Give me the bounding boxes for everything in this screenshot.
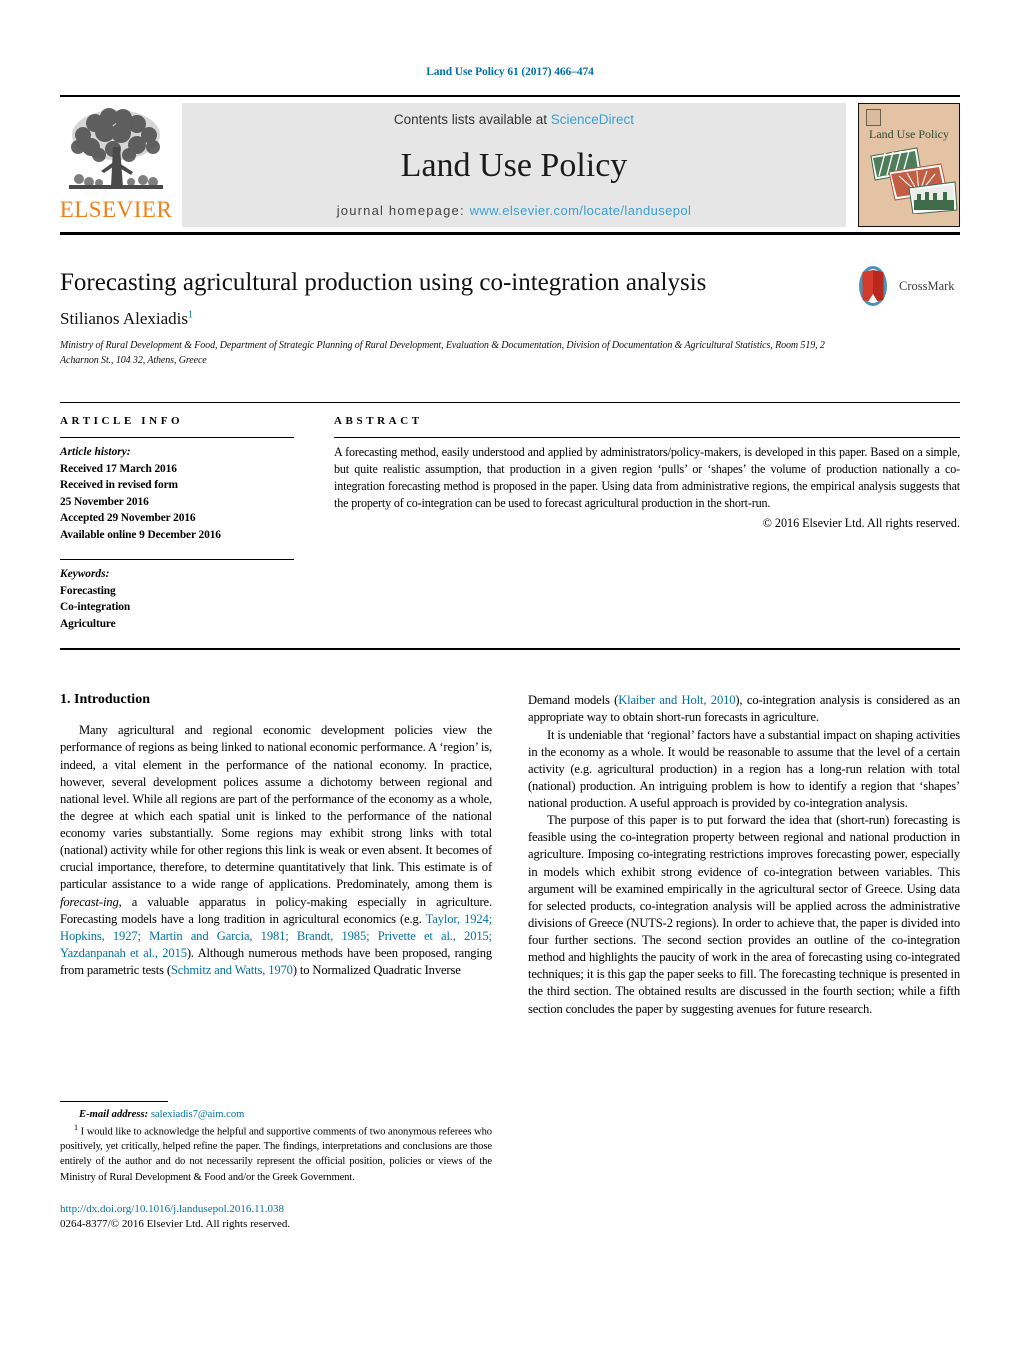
- article-history-item: 25 November 2016: [60, 495, 149, 508]
- footnote-email-line: E-mail address: salexiadis7@aim.com: [60, 1107, 492, 1122]
- footnote-body: I would like to acknowledge the helpful …: [60, 1126, 492, 1183]
- body-right-column: Demand models (Klaiber and Holt, 2010), …: [528, 692, 960, 1232]
- author-line: Stilianos Alexiadis1: [60, 309, 960, 329]
- elsevier-wordmark: ELSEVIER: [59, 197, 173, 222]
- article-info-column: ARTICLE INFO Article history: Received 1…: [60, 415, 318, 632]
- right-paragraph-2: It is undeniable that ‘regional’ factors…: [528, 727, 960, 811]
- journal-masthead: ELSEVIER Contents lists available at Sci…: [60, 95, 960, 235]
- keyword-item: Agriculture: [60, 617, 116, 630]
- footnote-rule: [60, 1100, 168, 1102]
- right-paragraph-3: The purpose of this paper is to put forw…: [528, 813, 960, 1016]
- elsevier-logo: ELSEVIER: [60, 103, 172, 227]
- intro-paragraph-left: Many agricultural and regional economic …: [60, 722, 492, 979]
- footnote-block: E-mail address: salexiadis7@aim.com 1 I …: [60, 1100, 492, 1233]
- crossmark-label: CrossMark: [899, 278, 955, 293]
- right-text-a: Demand models (: [528, 693, 619, 708]
- section-title-introduction: 1. Introduction: [60, 692, 150, 708]
- footnote-marker: 1: [74, 1122, 78, 1132]
- article-history-label: Article history:: [60, 446, 131, 458]
- keyword-item: Co-integration: [60, 601, 131, 614]
- homepage-prefix: journal homepage:: [336, 203, 465, 218]
- journal-homepage-line: journal homepage: www.elsevier.com/locat…: [337, 203, 692, 218]
- article-history-item: Available online 9 December 2016: [60, 528, 221, 541]
- journal-homepage-link[interactable]: www.elsevier.com/locate/landusepol: [470, 203, 692, 218]
- info-abstract-block: ARTICLE INFO Article history: Received 1…: [60, 402, 960, 651]
- body-left-column: 1. Introduction Many agricultural and re…: [60, 692, 492, 1232]
- keywords-label: Keywords:: [60, 568, 110, 581]
- abstract-heading: ABSTRACT: [334, 415, 423, 427]
- intro-text-a: Many agricultural and regional economic …: [60, 723, 492, 892]
- cover-artwork: [870, 147, 958, 214]
- body-columns: 1. Introduction Many agricultural and re…: [60, 692, 960, 1232]
- email-label: E-mail address:: [79, 1108, 149, 1120]
- cover-elsevier-mark-icon: [866, 109, 881, 126]
- abstract-copyright: © 2016 Elsevier Ltd. All rights reserved…: [762, 515, 960, 530]
- article-info-rule: [60, 437, 294, 438]
- paper-title: Forecasting agricultural production usin…: [60, 269, 707, 296]
- article-page: Land Use Policy 61 (2017) 466–474 ELSEVI…: [0, 0, 1020, 1351]
- abstract-column: ABSTRACT A forecasting method, easily un…: [318, 415, 960, 632]
- sciencedirect-link[interactable]: ScienceDirect: [551, 112, 634, 127]
- doi-block: http://dx.doi.org/10.1016/j.landusepol.2…: [60, 1202, 492, 1233]
- abstract-text: A forecasting method, easily understood …: [334, 445, 960, 510]
- contents-lists-line: Contents lists available at ScienceDirec…: [394, 112, 634, 127]
- doi-link[interactable]: http://dx.doi.org/10.1016/j.landusepol.2…: [60, 1202, 492, 1217]
- keywords-rule: [60, 559, 294, 561]
- author-name: Stilianos Alexiadis: [60, 309, 188, 328]
- email-link[interactable]: salexiadis7@aim.com: [151, 1109, 245, 1120]
- footnote-text: 1 I would like to acknowledge the helpfu…: [60, 1122, 492, 1185]
- keywords-block: Keywords: Forecasting Co-integration Agr…: [60, 559, 294, 632]
- author-footnote-marker[interactable]: 1: [188, 309, 193, 320]
- article-history-item: Received 17 March 2016: [60, 462, 177, 475]
- right-paragraph-1: Demand models (Klaiber and Holt, 2010), …: [528, 692, 960, 726]
- crossmark-badge[interactable]: CrossMark: [852, 263, 960, 309]
- issn-copyright: 0264-8377/© 2016 Elsevier Ltd. All right…: [60, 1217, 291, 1230]
- cover-journal-title: Land Use Policy: [869, 127, 949, 141]
- elsevier-tree-icon: [69, 108, 163, 189]
- contents-prefix: Contents lists available at: [393, 112, 548, 127]
- masthead-center-panel: Contents lists available at ScienceDirec…: [182, 103, 846, 227]
- citation-link[interactable]: Klaiber and Holt, 2010: [618, 693, 735, 707]
- citation-link[interactable]: Schmitz and Watts, 1970: [171, 963, 293, 977]
- journal-cover-thumbnail[interactable]: Land Use Policy: [858, 103, 960, 227]
- crossmark-icon: [859, 266, 887, 306]
- article-history-item: Accepted 29 November 2016: [60, 512, 196, 525]
- intro-text-d: ) to Normalized Quadratic Inverse: [292, 963, 461, 978]
- abstract-rule: [334, 437, 960, 438]
- title-block: Forecasting agricultural production usin…: [60, 266, 960, 368]
- article-info-heading: ARTICLE INFO: [60, 415, 184, 427]
- journal-title: Land Use Policy: [400, 147, 628, 184]
- running-head: Land Use Policy 61 (2017) 466–474: [426, 66, 594, 78]
- article-history-item: Received in revised form: [60, 479, 178, 492]
- intro-italic-forecasting: forecast-ing: [60, 894, 119, 909]
- affiliation: Ministry of Rural Development & Food, De…: [60, 340, 825, 366]
- keyword-item: Forecasting: [60, 584, 116, 597]
